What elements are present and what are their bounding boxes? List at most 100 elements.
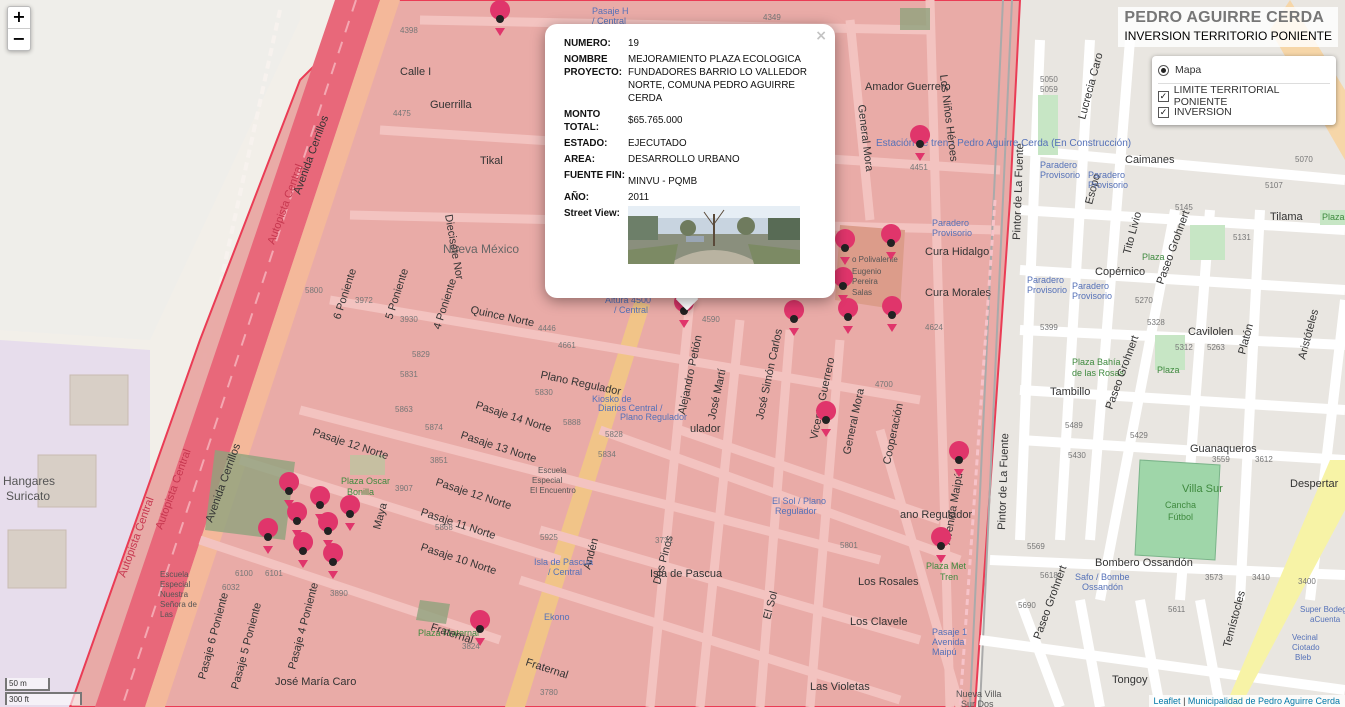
layers-control: Mapa ✓ LIMITE TERRITORIAL PONIENTE ✓ INV… bbox=[1152, 56, 1336, 125]
detail-value: 2011 bbox=[628, 192, 650, 203]
svg-text:aCuenta: aCuenta bbox=[1310, 615, 1341, 624]
svg-text:3972: 3972 bbox=[355, 296, 373, 305]
svg-text:Regulador: Regulador bbox=[775, 506, 817, 516]
svg-text:6101: 6101 bbox=[265, 569, 283, 578]
base-layer-label: Mapa bbox=[1175, 64, 1202, 76]
svg-text:Guerrilla: Guerrilla bbox=[430, 99, 472, 111]
svg-text:ulador: ulador bbox=[690, 423, 721, 435]
detail-row: AREA: DESARROLLO URBANO bbox=[564, 153, 821, 169]
svg-text:3559: 3559 bbox=[1212, 455, 1230, 464]
detail-value: $65.765.000 bbox=[628, 115, 683, 126]
map-subtitle: INVERSION TERRITORIO PONIENTE bbox=[1124, 29, 1332, 43]
detail-key: ESTADO: bbox=[564, 138, 608, 149]
svg-text:Cura Morales: Cura Morales bbox=[925, 287, 992, 299]
svg-text:Bombero Ossandón: Bombero Ossandón bbox=[1095, 557, 1193, 569]
svg-text:Ciotado: Ciotado bbox=[1292, 643, 1320, 652]
svg-text:5070: 5070 bbox=[1295, 155, 1313, 164]
svg-text:5145: 5145 bbox=[1175, 203, 1193, 212]
svg-text:Provisorio: Provisorio bbox=[932, 228, 972, 238]
svg-text:4700: 4700 bbox=[875, 380, 893, 389]
svg-text:Bleb: Bleb bbox=[1295, 653, 1312, 662]
svg-text:Plaza: Plaza bbox=[1142, 252, 1165, 262]
svg-text:Cavilolen: Cavilolen bbox=[1188, 326, 1233, 338]
svg-text:Calle I: Calle I bbox=[400, 66, 431, 78]
svg-text:4661: 4661 bbox=[558, 341, 576, 350]
svg-text:/ Central: / Central bbox=[548, 567, 582, 577]
svg-text:Provisorio: Provisorio bbox=[1027, 285, 1067, 295]
svg-text:Tilama: Tilama bbox=[1270, 211, 1303, 223]
svg-text:5059: 5059 bbox=[1040, 85, 1058, 94]
svg-text:5829: 5829 bbox=[412, 350, 430, 359]
svg-text:Tambillo: Tambillo bbox=[1050, 386, 1090, 398]
radio-icon[interactable] bbox=[1158, 64, 1169, 76]
svg-text:Eugenio: Eugenio bbox=[852, 267, 882, 276]
hangar-1 bbox=[69, 374, 129, 426]
svg-text:Pasaje 1: Pasaje 1 bbox=[932, 627, 967, 637]
scale-metric: 50 m bbox=[5, 678, 50, 691]
svg-text:José María Caro: José María Caro bbox=[275, 676, 356, 688]
svg-text:Los Clavele: Los Clavele bbox=[850, 616, 907, 628]
checkbox-checked-icon[interactable]: ✓ bbox=[1158, 90, 1169, 102]
svg-text:5800: 5800 bbox=[305, 286, 323, 295]
street-view-cell bbox=[628, 206, 821, 267]
detail-row: ESTADO: EJECUTADO bbox=[564, 137, 821, 153]
svg-text:Paradero: Paradero bbox=[932, 218, 969, 228]
detail-value: DESARROLLO URBANO bbox=[628, 154, 740, 165]
svg-text:Tongoy: Tongoy bbox=[1112, 674, 1148, 686]
overlay-option-limite[interactable]: ✓ LIMITE TERRITORIAL PONIENTE bbox=[1158, 84, 1330, 108]
svg-text:5801: 5801 bbox=[840, 541, 858, 550]
detail-value: MINVU - PQMB bbox=[628, 176, 698, 187]
svg-text:Señora de: Señora de bbox=[160, 600, 197, 609]
svg-text:/ Central: / Central bbox=[614, 305, 648, 315]
overlay-label: LIMITE TERRITORIAL PONIENTE bbox=[1173, 84, 1280, 108]
zoom-out-button[interactable]: − bbox=[8, 28, 30, 50]
svg-text:Tren: Tren bbox=[940, 572, 958, 582]
detail-key: FUENTE FIN: bbox=[564, 170, 625, 181]
detail-row: MONTO TOTAL: $65.765.000 bbox=[564, 108, 821, 137]
svg-text:Despertar: Despertar bbox=[1290, 478, 1339, 490]
base-layer-option[interactable]: Mapa bbox=[1158, 62, 1330, 78]
svg-text:5328: 5328 bbox=[1147, 318, 1165, 327]
svg-text:3851: 3851 bbox=[430, 456, 448, 465]
attribution: Leaflet | Municipalidad de Pedro Aguirre… bbox=[1148, 695, 1345, 707]
svg-text:3410: 3410 bbox=[1252, 573, 1270, 582]
svg-text:3731: 3731 bbox=[655, 536, 673, 545]
svg-text:4451: 4451 bbox=[910, 163, 928, 172]
svg-text:Especial: Especial bbox=[160, 580, 190, 589]
svg-text:Copérnico: Copérnico bbox=[1095, 266, 1145, 278]
svg-text:5618: 5618 bbox=[1040, 571, 1058, 580]
detail-key: AÑO: bbox=[564, 192, 590, 203]
project-details-table: NUMERO: 19 NOMBRE PROYECTO: MEJORAMIENTO P… bbox=[564, 37, 821, 267]
svg-text:5690: 5690 bbox=[1018, 601, 1036, 610]
svg-text:Provisorio: Provisorio bbox=[1040, 170, 1080, 180]
hangar-3 bbox=[7, 529, 67, 589]
svg-text:5925: 5925 bbox=[540, 533, 558, 542]
svg-text:4475: 4475 bbox=[393, 109, 411, 118]
detail-value: MEJORAMIENTO PLAZA ECOLOGICA FUNDADORES … bbox=[628, 54, 807, 104]
svg-text:3890: 3890 bbox=[330, 589, 348, 598]
svg-text:Amador Guerrero: Amador Guerrero bbox=[865, 81, 951, 93]
checkbox-checked-icon[interactable]: ✓ bbox=[1158, 106, 1169, 118]
svg-text:Plaza Oscar: Plaza Oscar bbox=[341, 476, 390, 486]
svg-text:Vecinal: Vecinal bbox=[1292, 633, 1318, 642]
leaflet-link[interactable]: Leaflet bbox=[1154, 696, 1181, 706]
street-view-thumbnail[interactable] bbox=[628, 206, 800, 264]
svg-text:Ekono: Ekono bbox=[544, 612, 570, 622]
attribution-separator: | bbox=[1180, 696, 1188, 706]
detail-value: 19 bbox=[628, 38, 639, 49]
svg-text:Fútbol: Fútbol bbox=[1168, 512, 1193, 522]
svg-text:5830: 5830 bbox=[535, 388, 553, 397]
owner-link[interactable]: Municipalidad de Pedro Aguirre Cerda bbox=[1188, 696, 1340, 706]
svg-text:Tikal: Tikal bbox=[480, 155, 503, 167]
svg-text:Plaza Bahía: Plaza Bahía bbox=[1072, 357, 1121, 367]
svg-text:4349: 4349 bbox=[763, 13, 781, 22]
svg-text:5611: 5611 bbox=[1168, 605, 1186, 614]
svg-text:3780: 3780 bbox=[540, 688, 558, 697]
svg-text:Pasaje H: Pasaje H bbox=[592, 6, 629, 16]
street-view-label: Street View: bbox=[564, 208, 620, 219]
svg-text:5828: 5828 bbox=[605, 430, 623, 439]
overlay-label: INVERSION bbox=[1174, 106, 1232, 118]
close-icon[interactable]: × bbox=[815, 28, 827, 44]
zoom-in-button[interactable]: + bbox=[8, 7, 30, 28]
svg-text:Avenida: Avenida bbox=[932, 637, 964, 647]
